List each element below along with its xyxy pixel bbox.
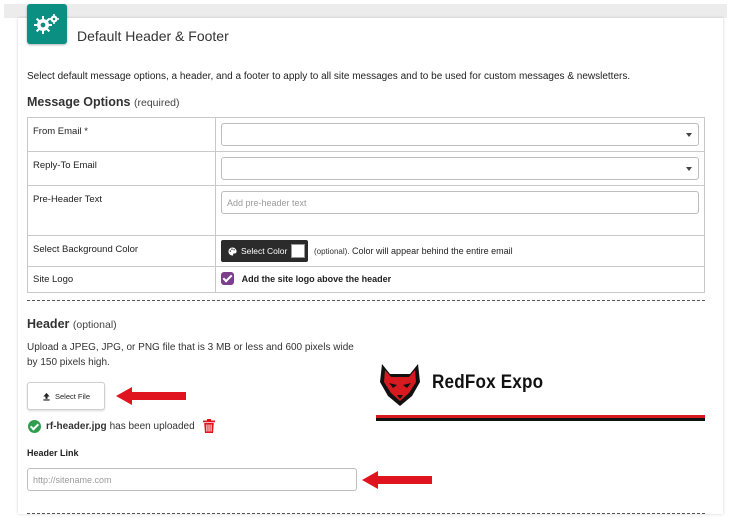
select-color-button[interactable]: Select Color [221, 240, 309, 262]
reply-to-row: Reply-To Email [27, 151, 705, 186]
divider [27, 513, 705, 514]
arrow-icon [362, 471, 432, 489]
from-email-select[interactable] [221, 123, 699, 146]
pre-header-input[interactable] [221, 191, 699, 214]
uploaded-file-name: rf-header.jpg [46, 420, 107, 432]
site-logo-checkbox-label: Add the site logo above the header [241, 273, 392, 284]
bg-color-label: Select Background Color [27, 235, 216, 267]
pre-header-label: Pre-Header Text [27, 185, 216, 236]
gears-icon [27, 4, 67, 44]
reply-to-label: Reply-To Email [27, 151, 216, 186]
color-swatch [291, 244, 306, 258]
uploaded-suffix: has been uploaded [109, 420, 195, 432]
pre-header-row: Pre-Header Text [27, 185, 705, 236]
chevron-down-icon [686, 167, 692, 171]
intro-text: Select default message options, a header… [27, 71, 631, 82]
trash-icon[interactable] [202, 419, 215, 433]
site-logo-row: Site Logo Add the site logo above the he… [27, 266, 705, 293]
bg-color-row: Select Background Color Select Color (op… [27, 235, 705, 267]
arrow-icon [116, 387, 186, 405]
message-options-title: Message Options (required) [27, 95, 180, 109]
site-logo-checkbox[interactable] [221, 272, 234, 285]
from-email-label: From Email * [27, 117, 216, 152]
color-note: Color will appear behind the entire emai… [352, 246, 513, 256]
top-band [4, 4, 727, 18]
upload-status: rf-header.jpg has been uploaded [28, 419, 215, 433]
page-title: Default Header & Footer [77, 28, 229, 44]
upload-icon [43, 392, 50, 401]
select-color-label: Select Color [241, 246, 288, 256]
chevron-down-icon [686, 133, 692, 137]
palette-icon [228, 246, 237, 256]
preview-brand-text: RedFox Expo [432, 372, 544, 393]
header-help-text: Upload a JPEG, JPG, or PNG file that is … [27, 342, 354, 368]
select-file-button[interactable]: Select File [27, 382, 105, 410]
fox-logo-icon [380, 364, 420, 406]
header-section-title: Header (optional) [27, 317, 117, 331]
message-options-table: From Email * Reply-To Email Pre-Header T… [27, 117, 705, 293]
site-logo-label: Site Logo [27, 266, 216, 293]
optional-tag: (optional). [313, 247, 350, 256]
select-file-label: Select File [54, 391, 90, 401]
check-circle-icon [28, 419, 41, 433]
header-link-label: Header Link [27, 448, 79, 458]
reply-to-select[interactable] [221, 157, 699, 180]
divider [27, 300, 705, 301]
header-link-input[interactable] [27, 468, 357, 491]
from-email-row: From Email * [27, 117, 705, 152]
